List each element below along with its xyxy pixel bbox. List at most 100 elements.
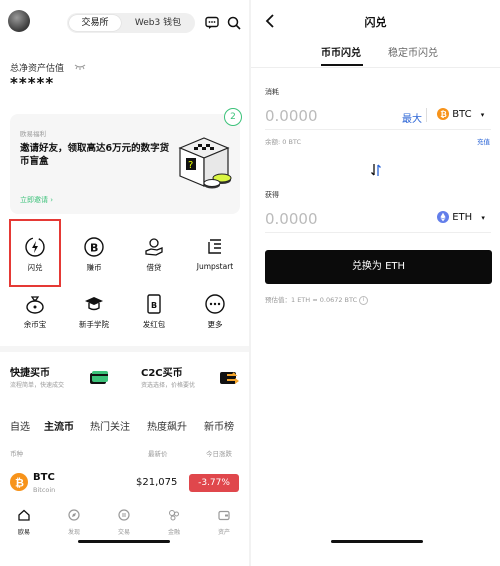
finance-icon xyxy=(169,510,179,521)
savings-bag-icon xyxy=(26,296,44,314)
nav-label: 交易 xyxy=(117,529,130,536)
home-icon xyxy=(18,509,30,521)
grid-label: 余币宝 xyxy=(23,320,47,329)
btc-coin-icon: ₿ xyxy=(10,473,28,491)
promo-invite-link[interactable]: 立即邀请 › xyxy=(20,195,53,205)
market-tab-hot[interactable]: 热门关注 xyxy=(90,418,130,433)
spend-coin-selector[interactable]: ₿ BTC ▾ xyxy=(437,108,484,120)
col-header-change: 今日涨跌 xyxy=(206,450,232,458)
segment-web3-wallet[interactable]: Web3 钱包 xyxy=(123,15,193,31)
grid-item-flash-swap[interactable]: 闪兑 xyxy=(5,236,65,273)
info-icon[interactable]: i xyxy=(359,295,369,305)
market-tab-trending[interactable]: 热度飙升 xyxy=(147,418,187,433)
recharge-link[interactable]: 充值 xyxy=(477,136,490,146)
graduation-cap-icon xyxy=(85,297,103,311)
grid-item-more[interactable]: 更多 xyxy=(185,293,245,330)
wallet-icon xyxy=(218,510,230,521)
promo-tag: 欧易福利 xyxy=(20,130,46,138)
spend-amount-input[interactable]: 0.0000 xyxy=(265,107,318,125)
nav-label: 资产 xyxy=(217,529,230,536)
grid-item-savings[interactable]: 余币宝 xyxy=(5,293,65,330)
exchange-home-screen: 交易所 Web3 钱包 总净资产估值 ***** 2 欧易福利 邀请好友，领取高… xyxy=(0,0,249,566)
svg-text:₿: ₿ xyxy=(440,110,447,119)
eye-hidden-icon[interactable] xyxy=(74,62,86,70)
grid-item-academy[interactable]: 新手学院 xyxy=(64,293,124,330)
grid-label: 赚币 xyxy=(86,263,102,272)
jumpstart-icon xyxy=(208,239,221,254)
trade-icon xyxy=(118,509,130,521)
quick-buy-title: 快捷买币 xyxy=(10,368,50,379)
grid-label: 闪兑 xyxy=(27,263,43,272)
total-assets-label: 总净资产估值 xyxy=(10,64,65,74)
promo-count-badge: 2 xyxy=(224,108,242,126)
eth-coin-icon xyxy=(437,211,449,223)
market-tab-new-coins[interactable]: 新币榜 xyxy=(204,418,234,433)
receive-amount-input[interactable]: 0.0000 xyxy=(265,210,318,228)
nav-trade[interactable]: 交易 xyxy=(104,506,144,536)
mode-segment-control[interactable]: 交易所 Web3 钱包 xyxy=(67,13,195,33)
market-tab-favorites[interactable]: 自选 xyxy=(10,418,30,433)
mystery-box-illustration: ? xyxy=(178,137,232,189)
change-badge: -3.77% xyxy=(189,474,239,492)
swap-direction-icon[interactable] xyxy=(370,163,382,177)
flash-swap-screen: 闪兑 币币闪兑 稳定币闪兑 消耗 0.0000 最大 ₿ BTC ▾ 余额: 0… xyxy=(251,0,500,566)
grid-item-loan[interactable]: 借贷 xyxy=(124,236,184,273)
grid-label: 发红包 xyxy=(142,320,166,329)
btc-coin-icon: ₿ xyxy=(437,108,449,120)
red-packet-icon: B xyxy=(147,294,161,314)
grid-label: Jumpstart xyxy=(196,262,234,271)
receive-coin-symbol: ETH xyxy=(452,212,473,223)
input-separator xyxy=(426,108,427,122)
quick-buy-subtitle: 流程简单，快速成交 xyxy=(10,382,65,389)
loan-hand-icon xyxy=(145,238,163,256)
exchange-arrows-icon xyxy=(220,372,239,384)
nav-assets[interactable]: 资产 xyxy=(204,506,244,536)
grid-item-jumpstart[interactable]: Jumpstart xyxy=(185,236,245,271)
nav-discover[interactable]: 发现 xyxy=(54,506,94,536)
nav-label: 欧易 xyxy=(17,529,30,536)
svg-text:?: ? xyxy=(188,160,193,171)
tab-stablecoin-flash-swap[interactable]: 稳定币闪兑 xyxy=(388,44,438,59)
estimated-rate: 预估值：1 ETH ≈ 0.0672 BTC i xyxy=(265,294,369,305)
c2c-buy-subtitle: 资选选择，价格要优 xyxy=(141,382,196,389)
coin-symbol: BTC xyxy=(33,472,55,483)
earn-coin-icon: B xyxy=(84,237,104,257)
balance-text: 余额: 0 BTC xyxy=(265,138,302,146)
spend-coin-symbol: BTC xyxy=(452,109,472,120)
avatar[interactable] xyxy=(8,10,30,32)
receive-coin-selector[interactable]: ETH ▾ xyxy=(437,211,485,223)
more-dots-icon xyxy=(205,294,225,314)
home-indicator xyxy=(78,540,170,543)
market-tab-mainstream[interactable]: 主流币 xyxy=(44,418,74,433)
segment-exchange[interactable]: 交易所 xyxy=(69,15,121,31)
svg-text:B: B xyxy=(90,242,98,255)
page-title: 闪兑 xyxy=(364,16,387,29)
nav-label: 发现 xyxy=(67,529,80,536)
c2c-buy-card[interactable]: C2C买币 资选选择，价格要优 xyxy=(125,352,249,404)
search-icon[interactable] xyxy=(227,16,241,30)
grid-label: 借贷 xyxy=(146,263,162,272)
grid-label: 更多 xyxy=(207,320,223,329)
spend-input-row: 0.0000 最大 ₿ BTC ▾ xyxy=(265,103,491,130)
grid-label: 新手学院 xyxy=(79,320,109,329)
max-button[interactable]: 最大 xyxy=(402,110,422,125)
coin-name: Bitcoin xyxy=(33,486,56,494)
total-assets-value: ***** xyxy=(10,74,55,92)
card-payment-icon xyxy=(90,371,108,384)
c2c-buy-title: C2C买币 xyxy=(141,368,183,379)
receive-input-row: 0.0000 ETH ▾ xyxy=(265,206,491,233)
svg-text:₿: ₿ xyxy=(15,477,24,490)
nav-label: 金融 xyxy=(167,529,180,536)
message-icon[interactable] xyxy=(205,16,219,30)
swap-to-eth-button[interactable]: 兑换为 ETH xyxy=(265,250,492,284)
nav-finance[interactable]: 金融 xyxy=(154,506,194,536)
home-indicator xyxy=(331,540,423,543)
nav-okx[interactable]: 欧易 xyxy=(4,506,44,536)
quick-buy-card[interactable]: 快捷买币 流程简单，快速成交 xyxy=(0,352,124,404)
spend-label: 消耗 xyxy=(265,88,279,96)
svg-text:B: B xyxy=(151,301,157,310)
coin-price: $21,075 xyxy=(136,477,178,488)
grid-item-earn[interactable]: B 赚币 xyxy=(64,236,124,273)
grid-item-red-packet[interactable]: B 发红包 xyxy=(124,293,184,330)
tab-coin-flash-swap[interactable]: 币币闪兑 xyxy=(321,44,361,59)
